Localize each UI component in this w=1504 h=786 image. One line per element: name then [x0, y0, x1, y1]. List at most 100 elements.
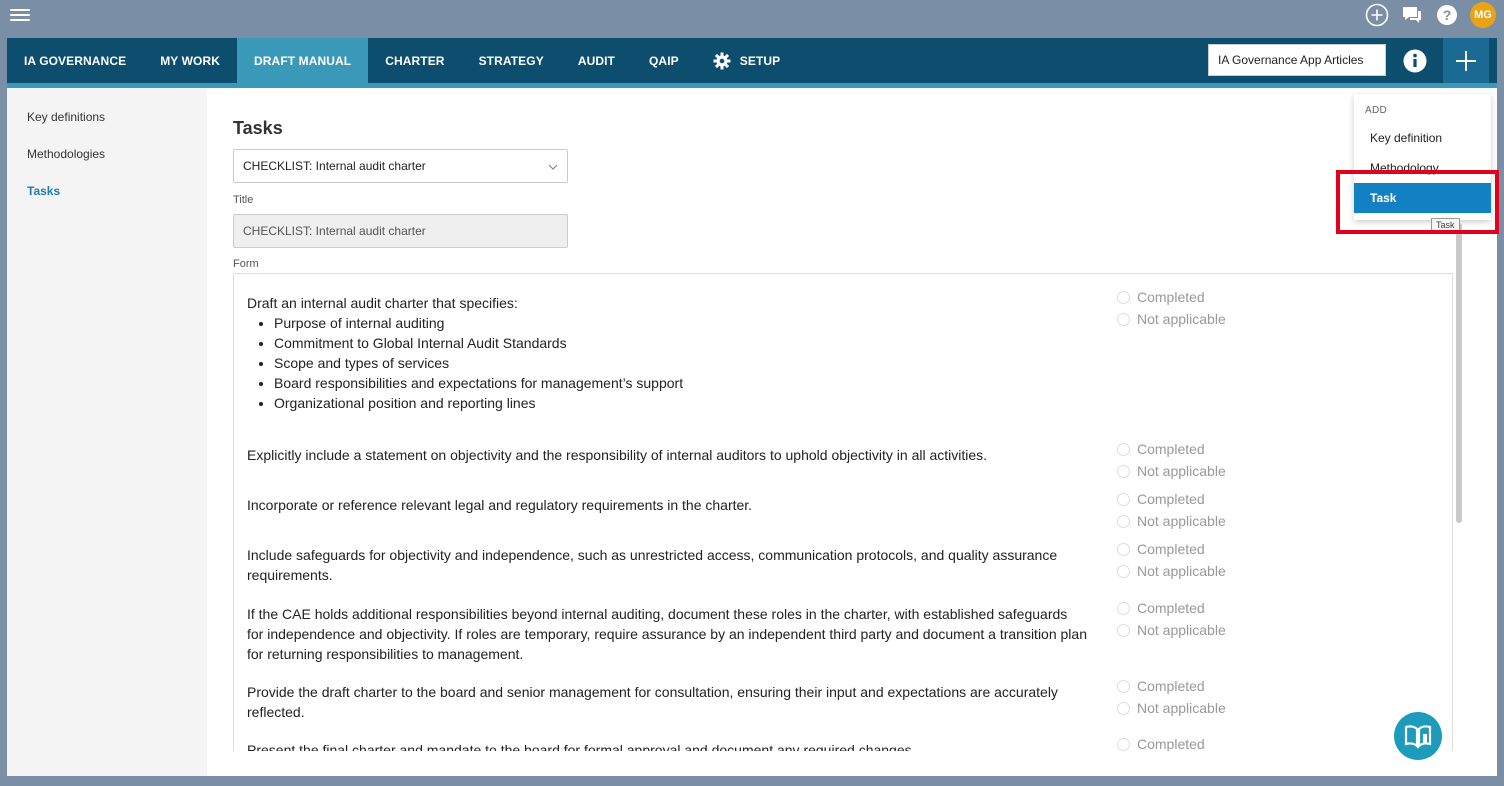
not-applicable-radio[interactable]: Not applicable	[1117, 560, 1226, 582]
sidebar-item-key-definitions[interactable]: Key definitions	[7, 88, 207, 125]
add-key-definition[interactable]: Key definition	[1354, 123, 1491, 153]
list-item: Purpose of internal auditing	[274, 313, 1087, 333]
completed-radio[interactable]: Completed	[1117, 286, 1226, 308]
task-text: Include safeguards for objectivity and i…	[247, 547, 1058, 583]
not-applicable-radio[interactable]: Not applicable	[1117, 460, 1226, 482]
book-icon	[1404, 725, 1432, 749]
nav-my-work[interactable]: MY WORK	[143, 38, 237, 83]
not-applicable-label: Not applicable	[1137, 700, 1226, 716]
completed-label: Completed	[1137, 736, 1205, 751]
task-options: Completed Not applicable	[1117, 597, 1226, 641]
main-content: Tasks CHECKLIST: Internal audit charter …	[207, 88, 1497, 776]
radio-icon	[1117, 542, 1130, 556]
completed-label: Completed	[1137, 491, 1205, 507]
completed-radio[interactable]: Completed	[1117, 597, 1226, 619]
task-bullets: Purpose of internal auditing Commitment …	[274, 313, 1087, 413]
task-options: Completed Not applicable	[1117, 675, 1226, 719]
radio-icon	[1117, 514, 1130, 528]
radio-icon	[1117, 442, 1130, 456]
main-nav: IA GOVERNANCE MY WORK DRAFT MANUAL CHART…	[7, 38, 1497, 83]
title-field: CHECKLIST: Internal audit charter	[233, 214, 568, 248]
not-applicable-label: Not applicable	[1137, 513, 1226, 529]
completed-label: Completed	[1137, 441, 1205, 457]
info-icon[interactable]	[1402, 48, 1428, 74]
task-options: Completed Not applicable	[1117, 286, 1226, 330]
task-select[interactable]: CHECKLIST: Internal audit charter	[233, 149, 568, 183]
not-applicable-radio[interactable]: Not applicable	[1117, 308, 1226, 330]
form-label: Form	[233, 258, 259, 270]
completed-label: Completed	[1137, 600, 1205, 616]
highlight-box	[1336, 170, 1499, 234]
help-articles-button[interactable]	[1394, 712, 1442, 760]
radio-icon	[1117, 564, 1130, 578]
task-select-value: CHECKLIST: Internal audit charter	[243, 159, 426, 173]
completed-radio[interactable]: Completed	[1117, 733, 1205, 751]
chat-icon[interactable]	[1400, 3, 1424, 27]
list-item: Board responsibilities and expectations …	[274, 373, 1087, 393]
page-title: Tasks	[233, 118, 283, 138]
help-icon[interactable]: ?	[1435, 3, 1459, 27]
gear-icon	[713, 52, 731, 70]
title-label: Title	[233, 194, 254, 206]
nav-charter[interactable]: CHARTER	[368, 38, 461, 83]
task-text: Draft an internal audit charter that spe…	[247, 293, 1087, 413]
not-applicable-radio[interactable]: Not applicable	[1117, 510, 1226, 532]
task-text: Present the final charter and mandate to…	[247, 742, 916, 751]
plus-icon	[1456, 50, 1476, 71]
radio-icon	[1117, 464, 1130, 478]
svg-text:?: ?	[1443, 7, 1452, 23]
nav-qaip[interactable]: QAIP	[632, 38, 696, 83]
radio-icon	[1117, 492, 1130, 506]
not-applicable-label: Not applicable	[1137, 463, 1226, 479]
list-item: Commitment to Global Internal Audit Stan…	[274, 333, 1087, 353]
task-text: Explicitly include a statement on object…	[247, 447, 988, 463]
completed-label: Completed	[1137, 541, 1205, 557]
top-bar: ? MG	[0, 0, 1504, 38]
nav-ia-governance[interactable]: IA GOVERNANCE	[7, 38, 143, 83]
nav-draft-manual[interactable]: DRAFT MANUAL	[237, 38, 369, 83]
completed-radio[interactable]: Completed	[1117, 438, 1226, 460]
not-applicable-label: Not applicable	[1137, 311, 1226, 327]
not-applicable-radio[interactable]: Not applicable	[1117, 619, 1226, 641]
radio-icon	[1117, 701, 1130, 715]
sidebar-item-tasks[interactable]: Tasks	[7, 162, 207, 199]
user-avatar[interactable]: MG	[1470, 2, 1496, 28]
completed-label: Completed	[1137, 289, 1205, 305]
not-applicable-label: Not applicable	[1137, 622, 1226, 638]
add-plus-button[interactable]	[1443, 38, 1489, 83]
radio-icon	[1117, 312, 1130, 326]
nav-setup[interactable]: SETUP	[696, 38, 798, 83]
completed-radio[interactable]: Completed	[1117, 488, 1226, 510]
sidebar-item-methodologies[interactable]: Methodologies	[7, 125, 207, 162]
form-checklist: Draft an internal audit charter that spe…	[233, 273, 1453, 751]
task-intro: Draft an internal audit charter that spe…	[247, 295, 518, 311]
nav-audit[interactable]: AUDIT	[561, 38, 632, 83]
radio-icon	[1117, 623, 1130, 637]
add-menu-header: ADD	[1365, 105, 1388, 116]
radio-icon	[1117, 737, 1130, 751]
nav-strategy[interactable]: STRATEGY	[462, 38, 561, 83]
hamburger-menu-icon[interactable]	[10, 6, 30, 22]
task-text: Provide the draft charter to the board a…	[247, 684, 1058, 720]
task-options: Completed Not applicable	[1117, 538, 1226, 582]
task-options: Completed Not applicable	[1117, 438, 1226, 482]
task-options: Completed Not applicable	[1117, 488, 1226, 532]
radio-icon	[1117, 290, 1130, 304]
chevron-down-icon	[548, 161, 558, 175]
add-circle-icon[interactable]	[1365, 3, 1389, 27]
task-text: Incorporate or reference relevant legal …	[247, 497, 753, 513]
list-item: Scope and types of services	[274, 353, 1087, 373]
radio-icon	[1117, 601, 1130, 615]
sidebar: Key definitions Methodologies Tasks	[7, 88, 207, 776]
completed-radio[interactable]: Completed	[1117, 538, 1226, 560]
completed-label: Completed	[1137, 678, 1205, 694]
task-text: If the CAE holds additional responsibili…	[247, 606, 1087, 662]
completed-radio[interactable]: Completed	[1117, 675, 1226, 697]
task-options: Completed	[1117, 733, 1205, 751]
top-icons: ? MG	[1365, 2, 1496, 28]
nav-setup-label: SETUP	[739, 53, 781, 68]
not-applicable-radio[interactable]: Not applicable	[1117, 697, 1226, 719]
scrollbar-thumb[interactable]	[1456, 223, 1462, 523]
not-applicable-label: Not applicable	[1137, 563, 1226, 579]
articles-search-field[interactable]: IA Governance App Articles	[1208, 44, 1386, 76]
